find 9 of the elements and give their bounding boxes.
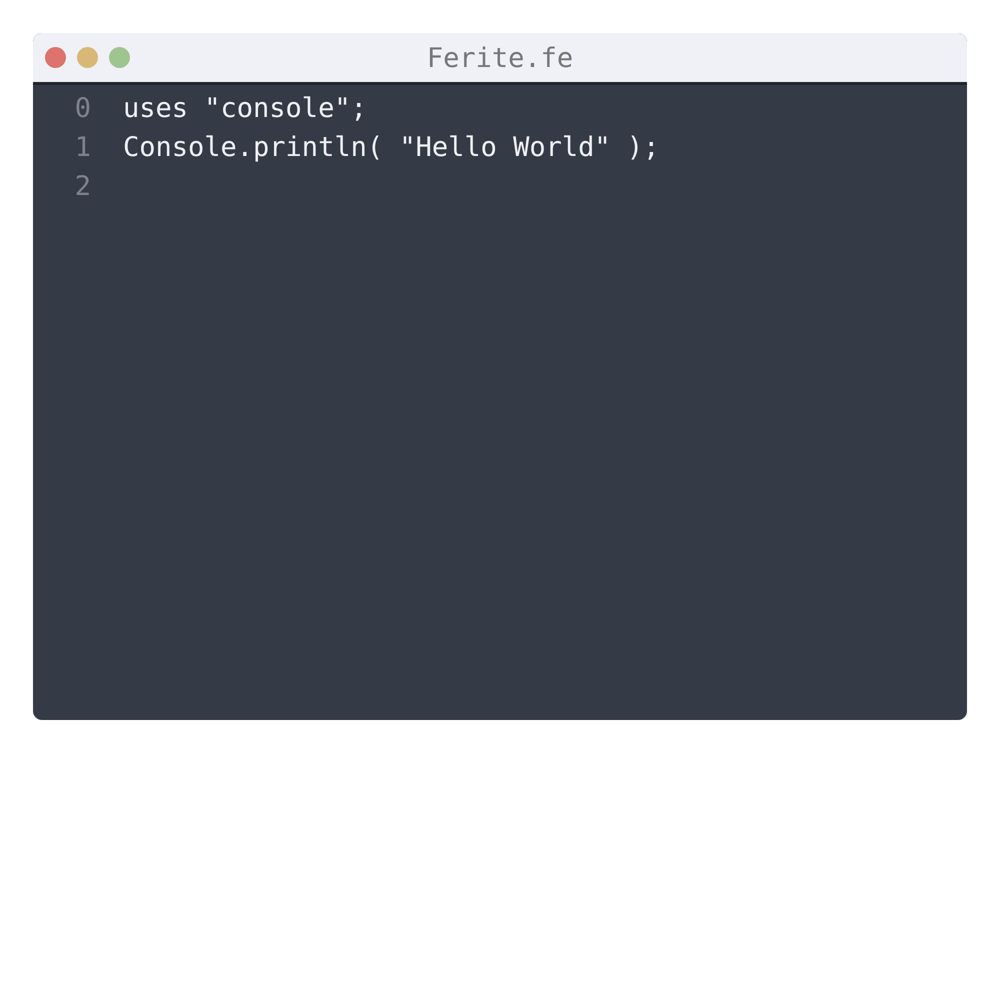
line-number: 0 [74, 93, 92, 124]
code-line: Console.println( "Hello World" ); [123, 132, 660, 163]
line-number: 1 [74, 132, 92, 163]
close-button[interactable] [45, 47, 66, 68]
window-title: Ferite.fe [426, 43, 574, 74]
minimize-button[interactable] [77, 47, 98, 68]
maximize-button[interactable] [109, 47, 130, 68]
code-line: uses "console"; [123, 93, 367, 124]
line-number: 2 [74, 171, 92, 202]
